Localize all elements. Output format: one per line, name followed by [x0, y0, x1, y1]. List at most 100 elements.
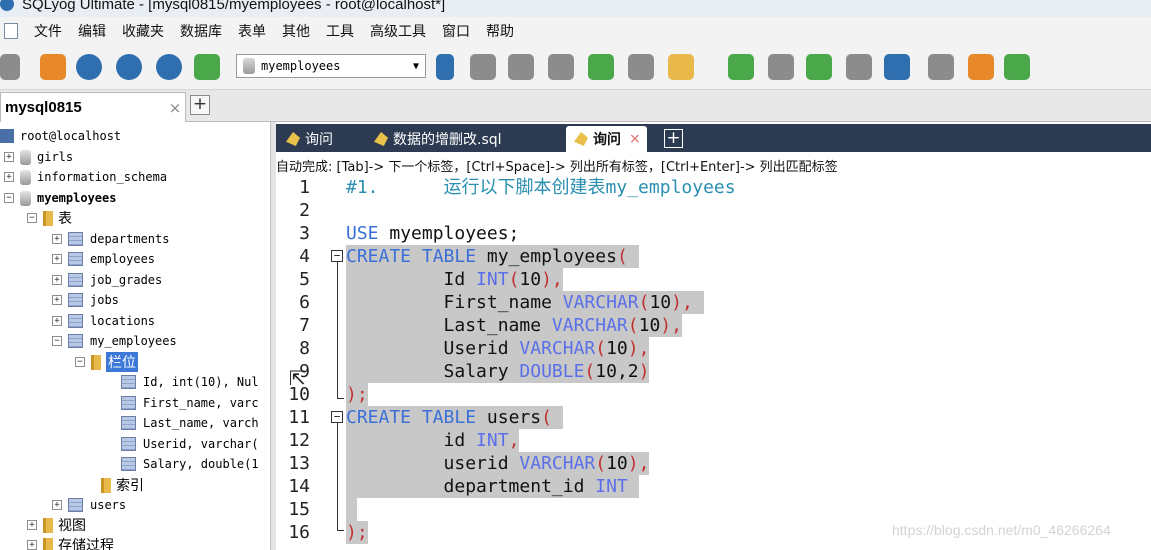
notify-icon[interactable]: [968, 54, 994, 80]
code-line[interactable]: Salary DOUBLE(10,2): [346, 360, 650, 383]
menu-file[interactable]: 文件: [26, 21, 70, 41]
sync-icon[interactable]: [668, 54, 694, 80]
expand-icon[interactable]: +: [52, 500, 62, 510]
join-icon[interactable]: [768, 54, 794, 80]
add-query-tab-button[interactable]: +: [664, 129, 683, 148]
compare-icon[interactable]: [728, 54, 754, 80]
menu-database[interactable]: 数据库: [172, 21, 230, 41]
tree-table-jobs[interactable]: + jobs: [52, 290, 119, 310]
execute-all-icon[interactable]: [116, 54, 142, 80]
menu-tools[interactable]: 工具: [318, 21, 362, 41]
code-line[interactable]: Id INT(10),: [346, 268, 563, 291]
tree-table-employees[interactable]: + employees: [52, 249, 155, 269]
menu-window[interactable]: 窗口: [434, 21, 478, 41]
code-line[interactable]: CREATE TABLE my_employees(: [346, 245, 639, 268]
expand-icon[interactable]: +: [4, 172, 14, 182]
grid-icon[interactable]: [1004, 54, 1030, 80]
menu-other[interactable]: 其他: [274, 21, 318, 41]
menu-favorites[interactable]: 收藏夹: [114, 21, 172, 41]
tab-query-active[interactable]: 询问 ×: [566, 126, 647, 152]
tree-folder-columns[interactable]: − 栏位: [75, 352, 138, 372]
database-select[interactable]: myemployees ▼: [236, 54, 426, 78]
expand-icon[interactable]: +: [27, 540, 37, 550]
collapse-icon[interactable]: −: [52, 336, 62, 346]
collapse-icon[interactable]: −: [75, 357, 85, 367]
backup-icon[interactable]: [436, 54, 454, 80]
collapse-icon[interactable]: −: [4, 193, 14, 203]
code-line[interactable]: id INT,: [346, 429, 520, 452]
code-line[interactable]: userid VARCHAR(10),: [346, 452, 650, 475]
tree-column[interactable]: Userid, varchar(: [121, 434, 259, 454]
tree-table-locations[interactable]: + locations: [52, 311, 155, 331]
code-line[interactable]: #1. 运行以下脚本创建表my_employees: [346, 176, 736, 199]
code-line[interactable]: CREATE TABLE users(: [346, 406, 563, 429]
code-line[interactable]: );: [346, 383, 368, 406]
tree-folder-views[interactable]: + 视图: [27, 515, 86, 535]
tree-table-departments[interactable]: + departments: [52, 229, 169, 249]
refresh-icon[interactable]: [156, 54, 182, 80]
tree-column[interactable]: Salary, double(1: [121, 454, 259, 474]
import-icon[interactable]: [508, 54, 534, 80]
execute-icon[interactable]: [76, 54, 102, 80]
expand-icon[interactable]: +: [27, 520, 37, 530]
stop-icon[interactable]: [194, 54, 220, 80]
code-line[interactable]: First_name VARCHAR(10),: [346, 291, 704, 314]
tree-item-myemployees[interactable]: − myemployees: [4, 188, 116, 208]
tree-column[interactable]: First_name, varc: [121, 393, 259, 413]
tree-column[interactable]: Last_name, varch: [121, 413, 259, 433]
code-line[interactable]: USE myemployees;: [346, 222, 519, 245]
tree-column-label: Id, int(10), Nul: [143, 375, 259, 389]
tree-item-girls[interactable]: + girls: [4, 147, 73, 167]
tree-table-users[interactable]: + users: [52, 495, 126, 515]
close-icon[interactable]: ×: [629, 131, 641, 147]
new-query-icon[interactable]: [40, 54, 66, 80]
tree-table-my-employees[interactable]: − my_employees: [52, 331, 177, 351]
fold-toggle-icon[interactable]: −: [331, 250, 343, 262]
tab-query-1[interactable]: 询问: [286, 126, 333, 152]
tree-table-job-grades[interactable]: + job_grades: [52, 270, 162, 290]
code-line[interactable]: [346, 498, 357, 521]
table-icon[interactable]: [588, 54, 614, 80]
fold-toggle-icon[interactable]: −: [331, 411, 343, 423]
tree-folder-procedures[interactable]: + 存储过程: [27, 535, 114, 550]
menu-edit[interactable]: 编辑: [70, 21, 114, 41]
schema-icon[interactable]: [628, 54, 654, 80]
data-search-icon[interactable]: [884, 54, 910, 80]
expand-icon[interactable]: +: [52, 295, 62, 305]
connect-icon[interactable]: [0, 54, 20, 80]
expand-icon[interactable]: +: [52, 275, 62, 285]
connection-tab-label: mysql0815: [5, 99, 82, 116]
report-icon[interactable]: [928, 54, 954, 80]
tab-sql-file[interactable]: 数据的增删改.sql: [374, 126, 502, 152]
schema-designer-icon[interactable]: [846, 54, 872, 80]
tree-host[interactable]: root@localhost: [0, 126, 121, 146]
code-line[interactable]: Last_name VARCHAR(10),: [346, 314, 682, 337]
query-builder-icon[interactable]: [806, 54, 832, 80]
sql-editor[interactable]: 1 2 3 4 5 6 7 8 9 10 11 12 13 14 15 16 #1. 运行以下脚本创建表my_e…: [276, 176, 1151, 550]
menu-help[interactable]: 帮助: [478, 21, 522, 41]
expand-icon[interactable]: +: [52, 316, 62, 326]
add-connection-button[interactable]: +: [190, 95, 210, 115]
tree-folder-tables[interactable]: − 表: [27, 208, 72, 228]
database-select-value: myemployees: [261, 59, 341, 73]
tree-column[interactable]: Id, int(10), Nul: [121, 372, 259, 392]
expand-icon[interactable]: +: [52, 234, 62, 244]
tree-folder-index[interactable]: 索引: [101, 475, 144, 495]
connection-tab[interactable]: mysql0815 ×: [0, 92, 186, 122]
menu-advanced-tools[interactable]: 高级工具: [362, 21, 434, 41]
chevron-down-icon[interactable]: ▼: [407, 61, 425, 72]
restore-icon[interactable]: [470, 54, 496, 80]
expand-icon[interactable]: +: [4, 152, 14, 162]
collapse-icon[interactable]: −: [27, 213, 37, 223]
code-line[interactable]: Userid VARCHAR(10),: [346, 337, 650, 360]
code-line[interactable]: department_id INT: [346, 475, 639, 498]
menu-table[interactable]: 表单: [230, 21, 274, 41]
document-icon[interactable]: [4, 22, 18, 39]
code-token: );: [346, 522, 368, 543]
export-icon[interactable]: [548, 54, 574, 80]
close-icon[interactable]: ×: [165, 99, 185, 117]
tree-item-information-schema[interactable]: + information_schema: [4, 167, 167, 187]
code-line[interactable]: );: [346, 521, 368, 544]
expand-icon[interactable]: +: [52, 254, 62, 264]
